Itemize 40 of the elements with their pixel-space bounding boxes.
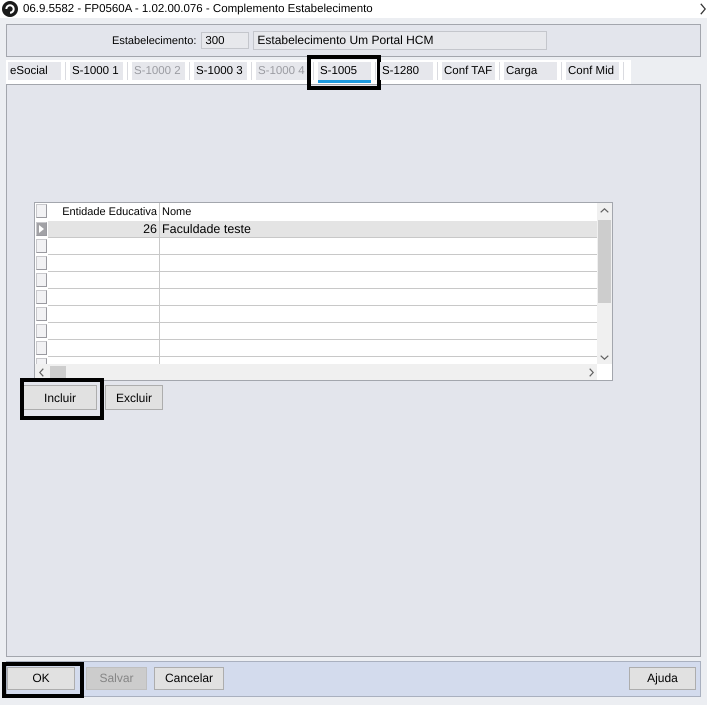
help-button[interactable]: Ajuda	[629, 666, 696, 690]
row-header-cell	[36, 256, 47, 270]
caret-right-icon[interactable]	[589, 368, 594, 376]
dialog-button[interactable]: Cancelar	[154, 666, 224, 690]
row-header-cell	[36, 341, 47, 355]
chevron-right-icon[interactable]	[700, 3, 706, 15]
tab[interactable]: S-1280	[380, 62, 433, 83]
row-header-cell	[36, 290, 47, 304]
row-header-cell	[36, 324, 47, 338]
scroll-thumb[interactable]	[50, 366, 66, 378]
column-header[interactable]: Nome	[162, 206, 192, 218]
row-header-cell	[36, 307, 47, 321]
tab[interactable]: eSocial	[8, 62, 61, 83]
column-header[interactable]: Entidade Educativa	[62, 206, 157, 218]
grid-action-button[interactable]: Incluir	[23, 385, 97, 410]
establishment-name-field[interactable]: Estabelecimento Um Portal HCM	[253, 31, 548, 50]
row-header-cell	[36, 358, 47, 364]
dialog-button[interactable]: OK	[7, 666, 75, 690]
horizontal-scrollbar[interactable]	[35, 364, 597, 380]
tab[interactable]: S-1000 3	[194, 62, 247, 83]
tab[interactable]: Conf Mid	[566, 62, 619, 83]
caret-down-icon[interactable]	[600, 355, 609, 360]
table-cell: 26	[143, 222, 157, 236]
tab[interactable]: S-1000 1	[70, 62, 123, 83]
triangle-pointer-icon	[39, 225, 44, 233]
grid-action-button[interactable]: Excluir	[105, 385, 164, 410]
row-header-cell	[36, 239, 47, 253]
establishment-code-field[interactable]: 300	[201, 32, 250, 49]
scroll-thumb[interactable]	[598, 220, 611, 303]
caret-up-icon[interactable]	[600, 208, 609, 213]
vertical-scrollbar[interactable]	[597, 203, 612, 364]
field-label: Estabelecimento:	[112, 34, 196, 46]
tab[interactable]: S-1005	[318, 62, 371, 83]
caret-left-icon[interactable]	[39, 368, 44, 376]
tab[interactable]: Conf TAF	[442, 62, 495, 83]
table-cell: Faculdade teste	[162, 222, 251, 236]
row-header-cell	[36, 273, 47, 287]
window-title: 06.9.5582 - FP0560A - 1.02.00.076 - Complemento Estabelecimento	[23, 3, 373, 15]
tab[interactable]: Carga	[504, 62, 557, 83]
corner-cell	[36, 204, 47, 218]
